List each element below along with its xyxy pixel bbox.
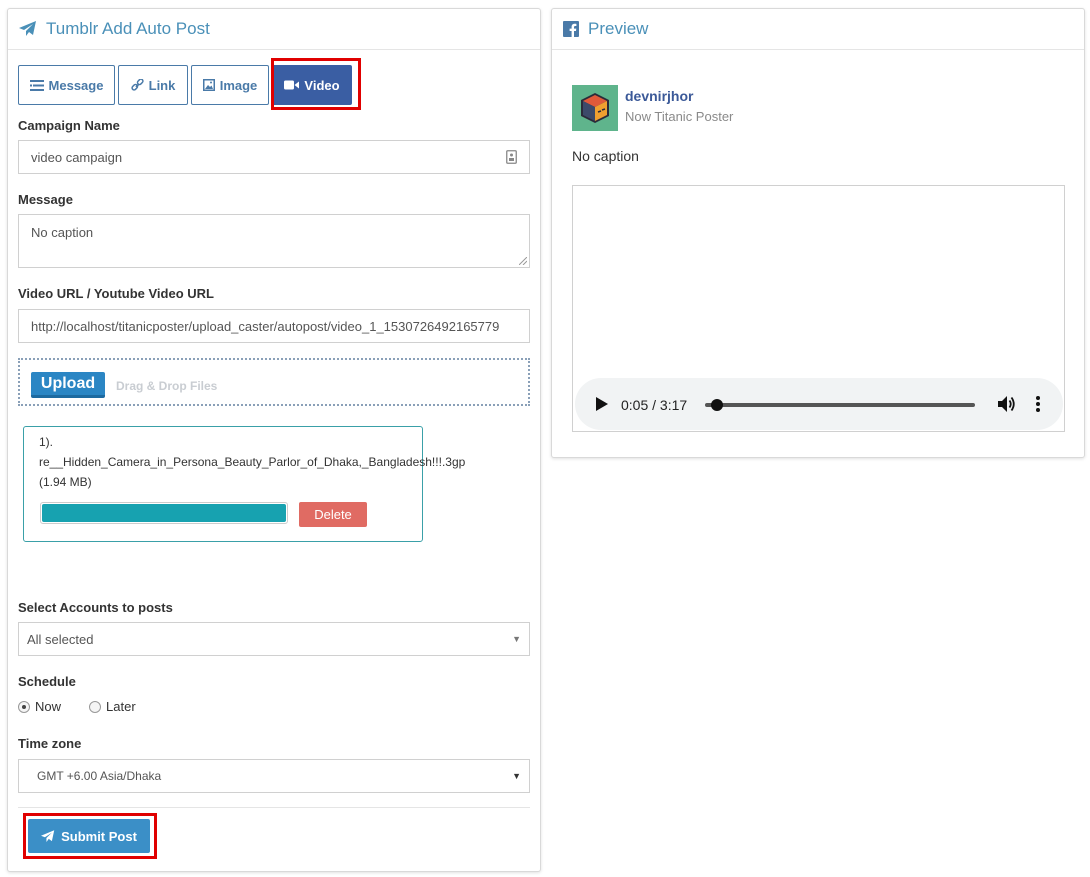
- preview-panel: Preview devnirjhor Now Titanic Poster No…: [551, 8, 1085, 458]
- image-icon: [202, 79, 215, 91]
- schedule-later-label: Later: [106, 699, 136, 714]
- resize-handle-icon[interactable]: [519, 257, 527, 265]
- accounts-select[interactable]: All selected ▼: [18, 622, 530, 656]
- campaign-name-label: Campaign Name: [18, 118, 120, 133]
- message-value: No caption: [31, 225, 94, 240]
- chevron-down-icon: ▼: [512, 634, 521, 644]
- campaign-name-value: video campaign: [31, 149, 123, 165]
- form-divider: [18, 807, 530, 808]
- video-url-label: Video URL / Youtube Video URL: [18, 286, 214, 301]
- upload-button[interactable]: Upload: [31, 372, 105, 398]
- avatar: [572, 85, 618, 131]
- contact-card-icon: [506, 150, 517, 164]
- tab-image[interactable]: Image: [191, 65, 269, 105]
- preview-header: Preview: [552, 9, 1084, 50]
- video-url-input[interactable]: http://localhost/titanicposter/upload_ca…: [18, 309, 530, 343]
- video-player[interactable]: 0:05 / 3:17: [572, 185, 1065, 432]
- play-icon[interactable]: [596, 397, 608, 411]
- file-size: (1.94 MB): [39, 475, 92, 489]
- tab-message[interactable]: Message: [18, 65, 115, 105]
- accounts-value: All selected: [27, 631, 94, 647]
- accounts-label: Select Accounts to posts: [18, 600, 173, 615]
- chevron-down-icon: ▼: [512, 771, 521, 781]
- preview-username[interactable]: devnirjhor: [625, 88, 693, 104]
- schedule-now-label: Now: [35, 699, 62, 714]
- video-tab-highlight: [271, 58, 361, 110]
- composer-header: Tumblr Add Auto Post: [8, 9, 540, 50]
- message-textarea[interactable]: No caption: [18, 214, 530, 268]
- upload-progress-fill: [42, 504, 286, 522]
- file-name: re__Hidden_Camera_in_Persona_Beauty_Parl…: [39, 455, 466, 469]
- timezone-value: GMT +6.00 Asia/Dhaka: [37, 769, 162, 783]
- volume-icon[interactable]: [996, 394, 1016, 414]
- preview-subtitle: Now Titanic Poster: [625, 109, 734, 124]
- tab-image-label: Image: [219, 77, 258, 93]
- submit-button-highlight: [23, 813, 157, 859]
- cube-avatar-icon: [581, 93, 609, 123]
- schedule-later-radio[interactable]: [89, 700, 102, 713]
- schedule-label: Schedule: [18, 674, 76, 689]
- video-seek-thumb[interactable]: [711, 399, 724, 411]
- video-seek-bar[interactable]: [705, 399, 975, 411]
- timezone-select[interactable]: GMT +6.00 Asia/Dhaka ▼: [18, 759, 530, 793]
- uploaded-file-card: 1). re__Hidden_Camera_in_Persona_Beauty_…: [23, 426, 465, 542]
- delete-file-button[interactable]: Delete: [299, 502, 367, 527]
- file-index: 1).: [39, 435, 54, 449]
- paper-plane-icon: [19, 21, 36, 36]
- video-url-value: http://localhost/titanicposter/upload_ca…: [31, 318, 500, 334]
- video-controls: 0:05 / 3:17: [575, 378, 1063, 430]
- timezone-label: Time zone: [18, 736, 82, 751]
- schedule-options: Now Later: [18, 699, 164, 714]
- composer-panel: Tumblr Add Auto Post Message Link Image …: [7, 8, 541, 872]
- more-options-icon[interactable]: [1036, 396, 1040, 412]
- list-icon: [29, 79, 44, 91]
- composer-title: Tumblr Add Auto Post: [46, 19, 210, 38]
- campaign-name-input[interactable]: video campaign: [18, 140, 530, 174]
- upload-progress-bar: [40, 502, 288, 524]
- facebook-icon: [563, 21, 579, 37]
- preview-title: Preview: [588, 19, 649, 38]
- link-icon: [130, 78, 144, 91]
- upload-dropzone[interactable]: Upload Drag & Drop Files: [18, 358, 530, 406]
- schedule-now-radio[interactable]: [18, 700, 30, 713]
- tab-link-label: Link: [148, 77, 176, 93]
- drag-drop-hint: Drag & Drop Files: [116, 379, 218, 393]
- video-time: 0:05 / 3:17: [621, 397, 688, 413]
- tab-link[interactable]: Link: [118, 65, 188, 105]
- message-label: Message: [18, 192, 73, 207]
- preview-caption: No caption: [572, 148, 639, 164]
- tab-message-label: Message: [48, 77, 104, 93]
